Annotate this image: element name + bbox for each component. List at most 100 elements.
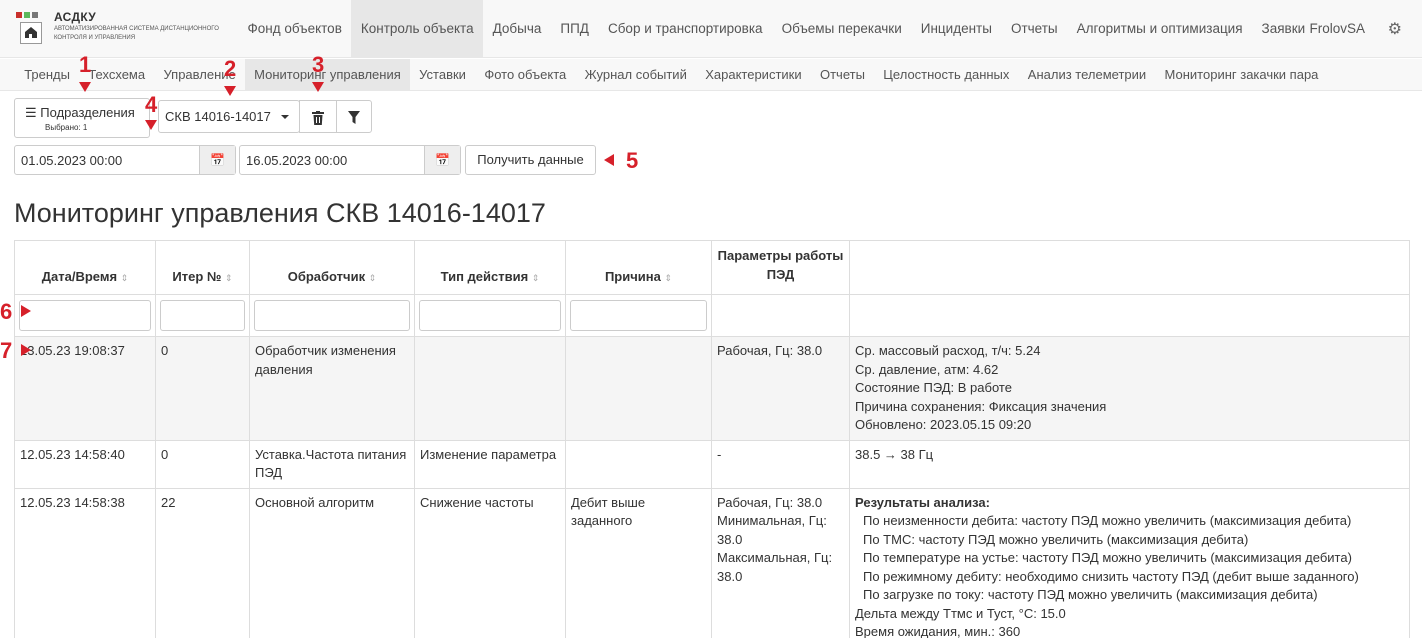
app-logo[interactable]: АСДКУ Автоматизированная система дистанц… (16, 8, 236, 50)
filter-icon (348, 111, 360, 125)
logo-square-gray (32, 12, 38, 18)
cell-action (414, 336, 566, 441)
cell-iter: 22 (155, 487, 250, 638)
arrow-right-icon (21, 305, 31, 317)
well-select-value: СКВ 14016-14017 (165, 109, 271, 124)
list-icon: ☰ (25, 105, 37, 120)
sub-nav: Тренды Техсхема Управление Мониторинг управ… (15, 59, 1328, 91)
get-data-button[interactable]: Получить данные (465, 145, 596, 175)
well-select[interactable]: СКВ 14016-14017 (158, 100, 300, 133)
cell-iter: 0 (155, 336, 250, 441)
cell-handler: Основной алгоритм (249, 487, 415, 638)
annotation-6: 6 (0, 299, 13, 324)
subnav-item[interactable]: Отчеты (811, 59, 874, 91)
detail-line: По ТМС: частоту ПЭД можно увеличить (мак… (863, 531, 1249, 547)
calendar-icon[interactable]: 📅 (199, 146, 235, 174)
house-icon (20, 22, 42, 44)
arrow-down-icon (312, 82, 324, 92)
filter-action-input[interactable] (419, 300, 561, 331)
annotation-2: 2 (224, 56, 237, 81)
nav-item[interactable]: Инциденты (911, 0, 1001, 58)
nav-item[interactable]: Контроль объекта (351, 0, 484, 58)
col-header-datetime[interactable]: Дата/Время ⇕ (14, 240, 156, 295)
cell-params: - (711, 439, 850, 489)
cell-reason: Дебит выше заданного (565, 487, 712, 638)
subnav-item[interactable]: Журнал событий (575, 59, 696, 91)
sort-icon: ⇕ (368, 273, 377, 283)
trash-icon (312, 110, 324, 125)
date-to-input[interactable] (240, 146, 424, 174)
detail-line: Ср. массовый расход, т/ч: 5.24 (855, 343, 1041, 358)
nav-item[interactable]: Сбор и транспортировка (598, 0, 772, 58)
arrow-right-icon (21, 344, 31, 356)
calendar-icon[interactable]: 📅 (424, 146, 460, 174)
detail-line: По температуре на устье: частоту ПЭД мож… (863, 550, 1352, 565)
cell-handler: Уставка.Частота питания ПЭД (249, 439, 415, 489)
filter-iter-input[interactable] (160, 300, 245, 331)
nav-item[interactable]: Объемы перекачки (772, 0, 911, 58)
params-line: Минимальная, Гц: 38.0 (717, 513, 827, 547)
delete-button[interactable] (299, 100, 337, 133)
cell-params: Рабочая, Гц: 38.0 (711, 336, 850, 441)
arrow-left-icon (604, 154, 614, 166)
subdivisions-button[interactable]: ☰ Подразделения Выбрано: 1 (14, 98, 150, 138)
params-line: Рабочая, Гц: 38.0 (717, 494, 823, 510)
detail-line: 38.5 → 38 Гц (855, 446, 934, 462)
nav-item[interactable]: Фонд объектов (238, 0, 351, 58)
annotation-7: 7 (0, 338, 13, 363)
date-from-input[interactable] (15, 146, 199, 174)
logo-square-red (16, 12, 22, 18)
detail-line: По неизменности дебита: частоту ПЭД можн… (863, 513, 1352, 528)
monitoring-table: Дата/Время ⇕ Итер № ⇕ Обработчик ⇕ Тип д… (14, 240, 1410, 638)
subnav-item[interactable]: Тренды (15, 59, 79, 91)
subnav-item[interactable]: Целостность данных (874, 59, 1018, 91)
nav-item[interactable]: Добыча (483, 0, 551, 58)
table-header-row: Дата/Время ⇕ Итер № ⇕ Обработчик ⇕ Тип д… (14, 240, 1410, 295)
subnav-item[interactable]: Уставки (410, 59, 475, 91)
top-navbar: АСДКУ Автоматизированная система дистанц… (0, 0, 1422, 58)
filter-datetime-input[interactable] (19, 300, 151, 331)
col-header-reason[interactable]: Причина ⇕ (565, 240, 712, 295)
filter-button[interactable] (336, 100, 372, 133)
annotation-3: 3 (312, 52, 325, 77)
caret-down-icon (281, 115, 289, 119)
params-line: Максимальная, Гц: 38.0 (717, 550, 833, 584)
subdivisions-label: Подразделения (40, 105, 135, 120)
subnav-item[interactable]: Мониторинг закачки пара (1155, 59, 1327, 91)
subnav-item[interactable]: Анализ телеметрии (1019, 59, 1156, 91)
detail-line: Дельта между Ттмс и Туст, °С: 15.0 (855, 605, 1066, 621)
table-row[interactable]: 12.05.23 14:58:38 22 Основной алгоритм Сниж… (14, 487, 1410, 638)
cell-details: 38.5 → 38 Гц (849, 439, 1410, 489)
arrow-down-icon (224, 86, 236, 96)
cell-details: Ср. массовый расход, т/ч: 5.24 Ср. давлен… (849, 336, 1410, 441)
nav-item[interactable]: Алгоритмы и оптимизация (1067, 0, 1252, 58)
cell-action: Изменение параметра (414, 439, 566, 489)
filter-handler-input[interactable] (254, 300, 410, 331)
detail-line: Ср. давление, атм: 4.62 (855, 361, 999, 377)
user-menu[interactable]: FrolovSA (1300, 0, 1375, 58)
detail-line: Обновлено: 2023.05.15 09:20 (855, 417, 1032, 432)
col-header-action[interactable]: Тип действия ⇕ (414, 240, 566, 295)
table-row[interactable]: 12.05.23 14:58:40 0 Уставка.Частота питани… (14, 439, 1410, 489)
table-row[interactable]: 13.05.23 19:08:37 0 Обработчик изменения д… (14, 336, 1410, 441)
date-from-field: 📅 (14, 145, 236, 175)
sort-icon: ⇕ (225, 273, 233, 283)
nav-item[interactable]: ППД (551, 0, 599, 58)
annotation-1: 1 (79, 52, 92, 77)
subnav-item[interactable]: Мониторинг управления (244, 59, 410, 91)
col-header-iter[interactable]: Итер № ⇕ (155, 240, 250, 295)
cell-iter: 0 (155, 439, 250, 489)
page-title: Мониторинг управления СКВ 14016-14017 (14, 198, 546, 228)
cell-details: Результаты анализа: По неизменности дебит… (849, 487, 1410, 638)
subnav-item[interactable]: Характеристики (696, 59, 811, 91)
filter-reason-input[interactable] (570, 300, 707, 331)
cell-datetime: 12.05.23 14:58:40 (14, 439, 156, 489)
nav-item[interactable]: Отчеты (1001, 0, 1067, 58)
col-header-handler[interactable]: Обработчик ⇕ (249, 240, 415, 295)
arrow-down-icon (145, 120, 157, 130)
subnav-item[interactable]: Фото объекта (475, 59, 575, 91)
detail-line: Причина сохранения: Фиксация значения (855, 398, 1107, 414)
gear-icon[interactable]: ⚙ (1388, 19, 1402, 39)
cell-action: Снижение частоты (414, 487, 566, 638)
cell-params: Рабочая, Гц: 38.0 Минимальная, Гц: 38.0 Ма… (711, 487, 850, 638)
